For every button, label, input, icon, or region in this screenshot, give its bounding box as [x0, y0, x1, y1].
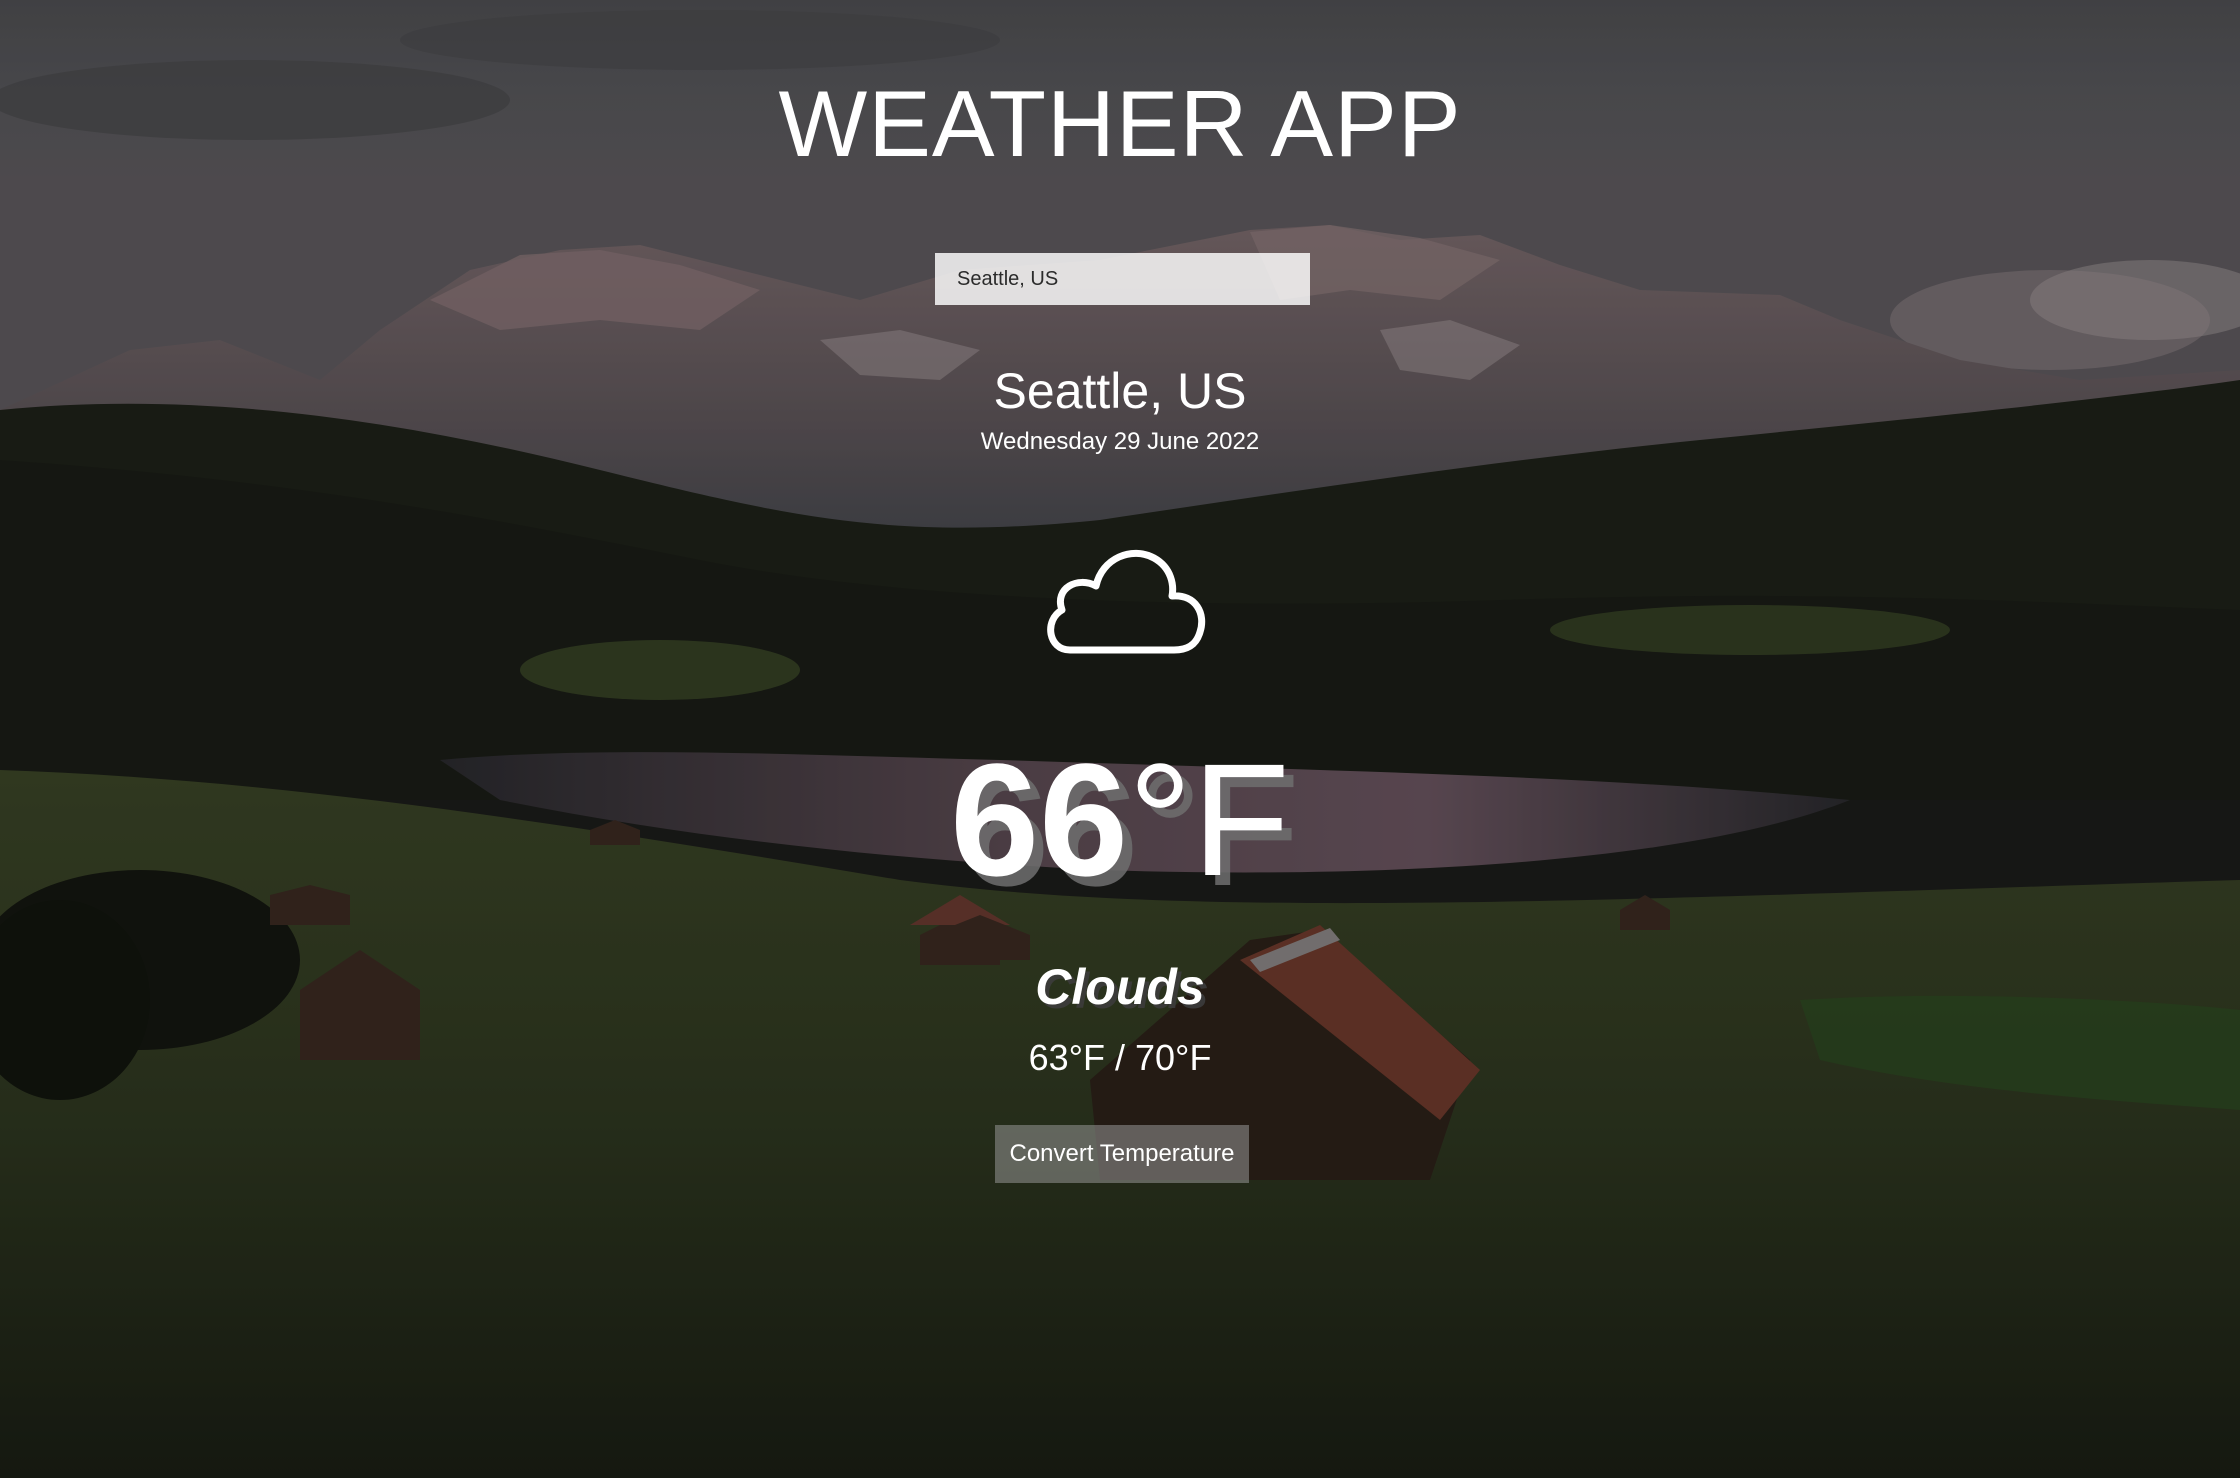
app-title: WEATHER APP: [778, 71, 1462, 176]
temperature-range: 63°F / 70°F: [1028, 1037, 1212, 1078]
location-search-input[interactable]: [935, 253, 1310, 305]
convert-temperature-button[interactable]: Convert Temperature: [995, 1125, 1249, 1183]
weather-condition: Clouds: [1035, 959, 1205, 1015]
cloud-icon: [1047, 549, 1206, 654]
location-city: Seattle, US: [993, 363, 1247, 419]
location-date: Wednesday 29 June 2022: [980, 428, 1260, 455]
current-temperature: 66°F: [0, 730, 2240, 910]
weather-app-main: WEATHER APP Seattle, US Wednesday 29 Jun…: [0, 0, 2240, 1478]
temperature-unit: °F: [1128, 730, 1290, 909]
temperature-value: 66: [950, 730, 1129, 909]
